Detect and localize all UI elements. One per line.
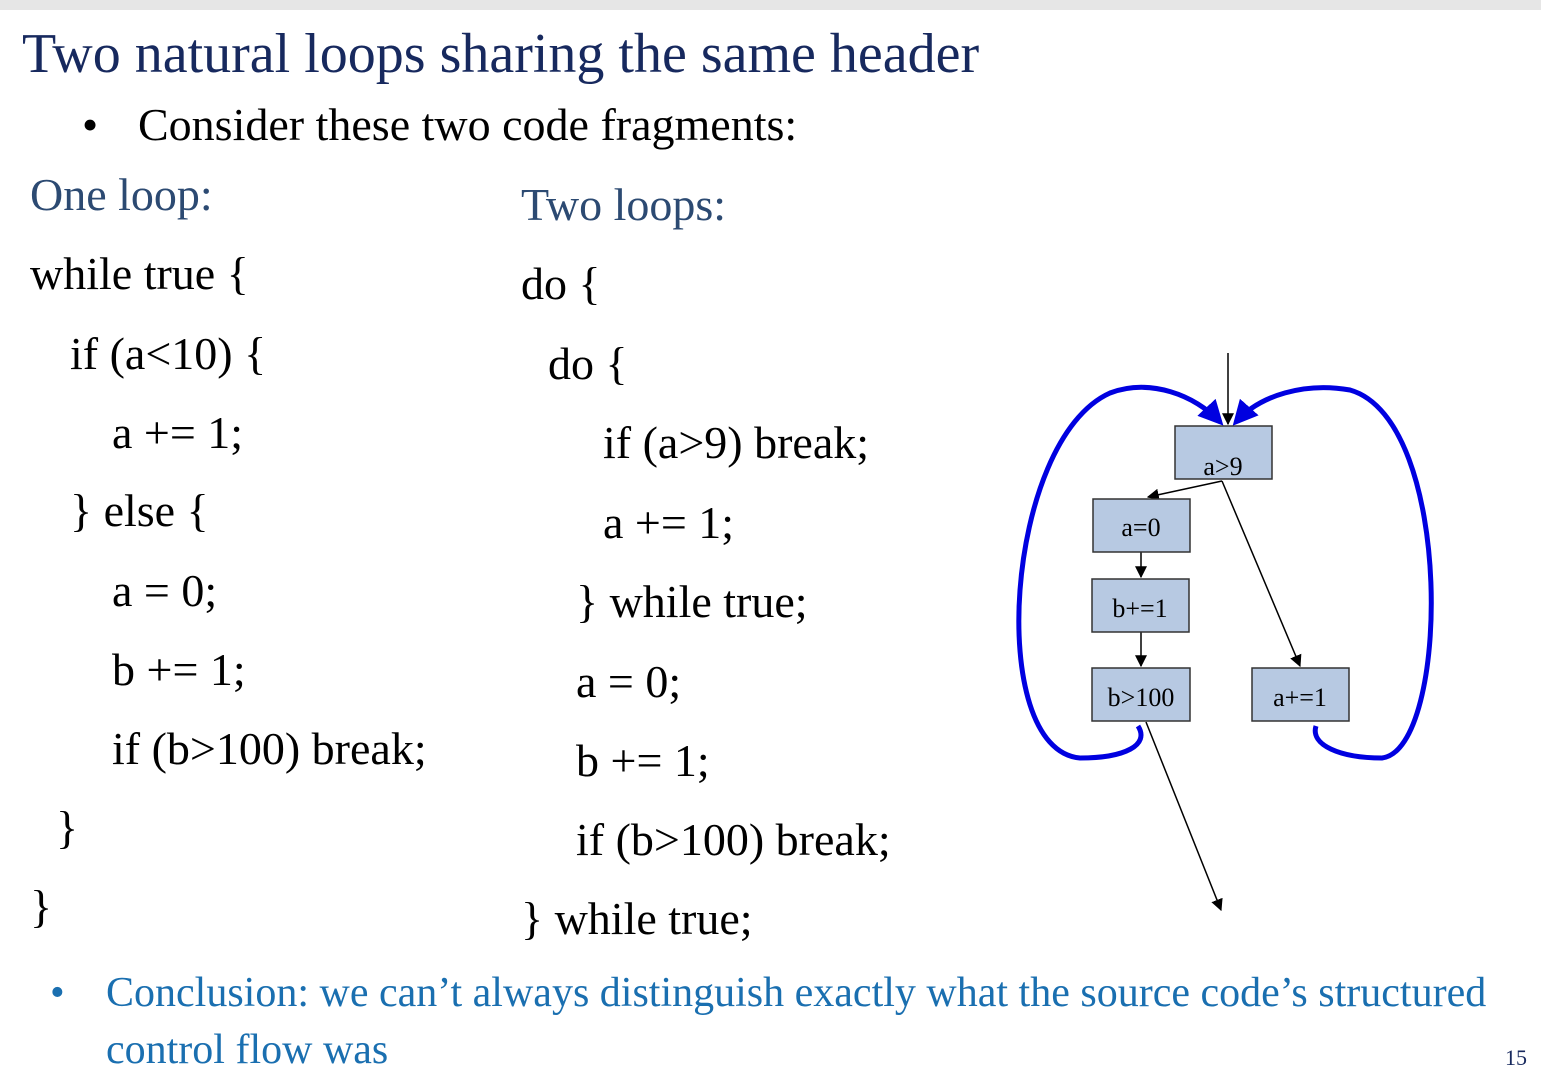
page-number: 15 — [1505, 1045, 1527, 1070]
exit-edge — [1145, 721, 1223, 912]
slide: Two natural loops sharing the same heade… — [0, 10, 1541, 1079]
node-inc-a: a+=1 — [1251, 667, 1350, 722]
node-reset: a=0 — [1092, 498, 1191, 553]
node-test-b: b>100 — [1091, 667, 1191, 722]
edge-header-to-reset — [1146, 480, 1223, 501]
node-inc-b: b+=1 — [1091, 578, 1190, 633]
conclusion-text: Conclusion: we can’t always distinguish … — [106, 970, 1487, 1073]
node-test-b-label: b>100 — [1108, 683, 1175, 712]
node-inc-a-label: a+=1 — [1273, 683, 1327, 712]
control-flow-graph: a>9 a=0 b+=1 b>100 a+=1 — [1016, 353, 1434, 912]
node-header: a>9 — [1174, 425, 1273, 481]
node-header-label: a>9 — [1203, 452, 1242, 481]
edge-header-to-inc-a — [1221, 480, 1302, 668]
node-inc-b-label: b+=1 — [1112, 594, 1167, 623]
node-reset-label: a=0 — [1121, 513, 1160, 542]
bullet-dot: • — [50, 970, 65, 1016]
